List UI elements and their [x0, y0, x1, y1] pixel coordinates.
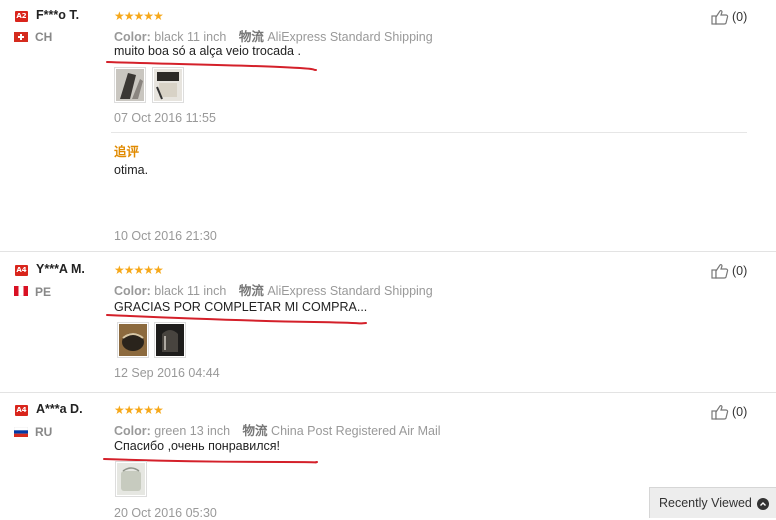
thumbs-up-icon	[711, 404, 729, 420]
shipping-key: 物流	[242, 424, 268, 438]
review-meta: Color: green 13 inch 物流 China Post Regis…	[114, 420, 441, 439]
rating-stars: ★★★★★	[114, 9, 164, 23]
recently-viewed-label: Recently Viewed	[659, 496, 752, 510]
shipping-value: AliExpress Standard Shipping	[267, 284, 433, 298]
color-value: black 11 inch	[154, 30, 227, 44]
buyer-level-badge: A2	[15, 11, 28, 22]
review-text: muito boa só a alça veio trocada .	[114, 44, 301, 58]
review-date: 12 Sep 2016 04:44	[114, 366, 220, 380]
helpful-button[interactable]: (0)	[711, 404, 753, 420]
flag-pe-icon	[14, 286, 28, 296]
followup-date: 10 Oct 2016 21:30	[114, 229, 217, 243]
color-key: Color:	[114, 284, 151, 298]
shipping-key: 物流	[238, 284, 264, 298]
review-item: A4 Y***A M. PE ★★★★★ Color: black 11 inc…	[0, 252, 776, 392]
buyer-level-badge: A4	[15, 265, 28, 276]
reviewer-name: Y***A M.	[36, 262, 85, 276]
review-photo-thumbnail[interactable]	[152, 67, 184, 103]
review-text: Спасибо ,очень понравился!	[114, 439, 281, 453]
review-photo-thumbnail[interactable]	[114, 67, 146, 103]
followup-label: 追评	[114, 145, 140, 159]
shipping-value: AliExpress Standard Shipping	[267, 30, 433, 44]
reviewer-country: RU	[35, 425, 53, 439]
followup-text: otima.	[114, 163, 149, 177]
review-meta: Color: black 11 inch 物流 AliExpress Stand…	[114, 280, 433, 299]
review-item: A2 F***o T. CH ★★★★★ Color: black 11 inc…	[0, 0, 776, 250]
reviewer-name: F***o T.	[36, 8, 80, 22]
recently-viewed-tab[interactable]: Recently Viewed	[649, 487, 776, 518]
helpful-button[interactable]: (0)	[711, 263, 753, 279]
reviewer-country: CH	[35, 30, 53, 44]
helpful-count: (0)	[732, 264, 748, 278]
review-meta: Color: black 11 inch 物流 AliExpress Stand…	[114, 26, 433, 45]
helpful-count: (0)	[732, 405, 748, 419]
buyer-level-badge: A4	[15, 405, 28, 416]
reviewer-name: A***a D.	[36, 402, 83, 416]
review-photo-thumbnail[interactable]	[115, 461, 147, 497]
review-photo-thumbnail[interactable]	[154, 322, 186, 358]
color-value: green 13 inch	[154, 424, 231, 438]
review-photo-thumbnail[interactable]	[117, 322, 149, 358]
color-key: Color:	[114, 424, 151, 438]
color-value: black 11 inch	[154, 284, 227, 298]
shipping-value: China Post Registered Air Mail	[271, 424, 441, 438]
helpful-count: (0)	[732, 10, 748, 24]
followup-divider	[111, 132, 747, 133]
helpful-button[interactable]: (0)	[711, 9, 753, 25]
flag-ch-icon	[14, 32, 28, 42]
color-key: Color:	[114, 30, 151, 44]
reviewer-country: PE	[35, 285, 52, 299]
thumbs-up-icon	[711, 263, 729, 279]
thumbs-up-icon	[711, 9, 729, 25]
flag-ru-icon	[14, 427, 28, 437]
rating-stars: ★★★★★	[114, 263, 164, 277]
chevron-up-icon	[757, 498, 769, 510]
rating-stars: ★★★★★	[114, 403, 164, 417]
shipping-key: 物流	[238, 30, 264, 44]
review-date: 07 Oct 2016 11:55	[114, 111, 216, 125]
